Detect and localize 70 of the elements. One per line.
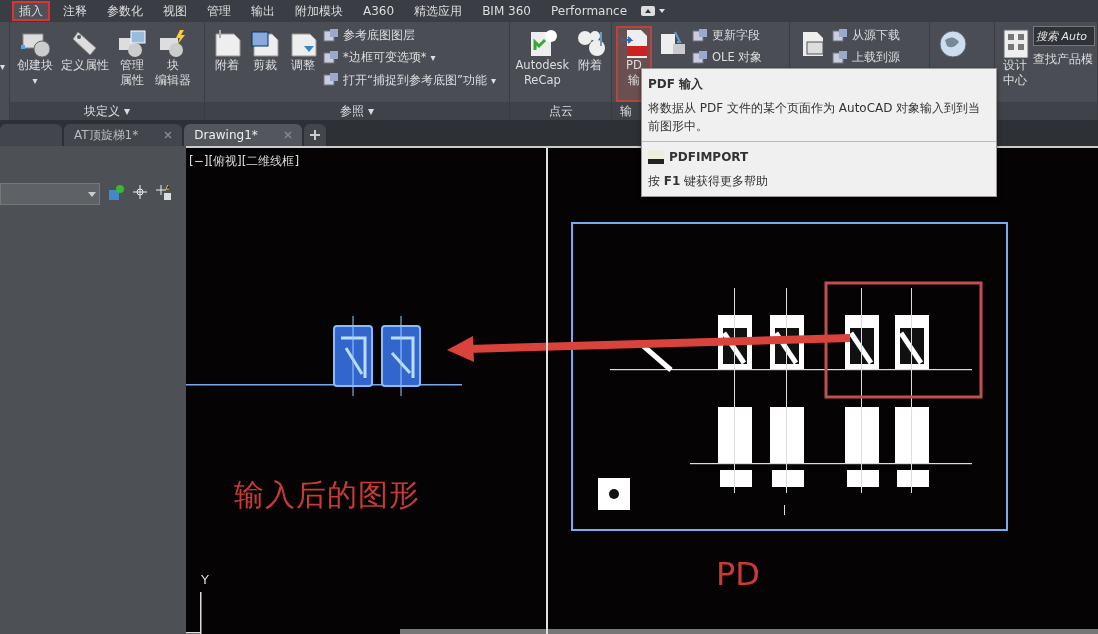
menu-tab[interactable]: 插入	[12, 1, 50, 21]
toggle-icon	[640, 5, 666, 17]
menu-tab[interactable]: A360	[356, 1, 402, 21]
ucs-icon	[186, 592, 202, 634]
tool-icon	[832, 49, 848, 66]
ribbon-button[interactable]: 创建块 ▾	[14, 26, 56, 102]
tool-icon	[212, 28, 242, 58]
ribbon-button[interactable]: 上载到源	[832, 48, 900, 68]
ribbon-button[interactable]: 附着	[209, 26, 245, 102]
new-tab-button[interactable]	[303, 124, 326, 146]
panel-title[interactable]: 参照 ▾	[340, 104, 374, 118]
caret-icon	[88, 191, 96, 197]
tool-icon	[619, 28, 649, 58]
ribbon-button[interactable]: 定义属性	[58, 26, 112, 102]
ribbon-button[interactable]: OLE 对象	[692, 48, 763, 68]
panel-title[interactable]: 点云	[548, 104, 573, 118]
ribbon-button[interactable]: Autodesk ReCap	[514, 26, 571, 102]
help-text: 按 F1 键获得更多帮助	[647, 173, 770, 190]
ribbon-button[interactable]: 更新字段	[692, 26, 763, 46]
ribbon-button[interactable]: 管理 属性	[114, 26, 150, 102]
menu-tab[interactable]: 视图	[156, 1, 194, 21]
plus-icon	[309, 130, 320, 140]
ribbon-button[interactable]: 剪裁	[247, 26, 283, 102]
search-field[interactable]: 搜索 Auto	[1033, 26, 1095, 46]
axis-label: Y	[201, 571, 209, 589]
tool-icon	[692, 49, 708, 66]
tool-icon	[937, 28, 967, 58]
document-tab[interactable]: AT顶旋梯1*	[64, 124, 183, 146]
tool-icon	[323, 27, 339, 44]
command-name: PDFIMPORT	[669, 149, 749, 166]
menu-tab[interactable]: BIM 360	[475, 1, 538, 21]
ribbon-button[interactable]: 打开“捕捉到参考底图”功能 ▾	[323, 70, 496, 90]
add-block-icon	[108, 185, 124, 201]
ribbon-button[interactable]: 查找产品模	[1033, 50, 1095, 70]
panel-title[interactable]: 块定义 ▾	[84, 104, 130, 118]
command-icon	[648, 150, 664, 164]
annotation-text: PD	[716, 554, 760, 595]
ribbon-button[interactable]: 从源下载	[832, 26, 900, 46]
ribbon-button[interactable]: 参考底图图层	[323, 26, 496, 46]
tool-icon	[158, 28, 188, 58]
menu-tab[interactable]: 注释	[56, 1, 94, 21]
tool-icon	[323, 49, 339, 66]
tool-icon	[250, 28, 280, 58]
dropdown-caret[interactable]: ▾	[0, 62, 9, 72]
close-icon	[283, 131, 292, 139]
menu-tab[interactable]: 参数化	[100, 1, 150, 21]
ribbon-button[interactable]: 块 编辑器	[152, 26, 194, 102]
tool-icon	[692, 27, 708, 44]
menu-tab[interactable]: 精选应用	[407, 1, 470, 21]
menu-tab[interactable]: 管理	[200, 1, 238, 21]
ribbon-button[interactable]: 设计 中心	[999, 26, 1031, 102]
tool-icon	[323, 72, 339, 89]
dropdown-field[interactable]	[0, 183, 100, 205]
ribbon-button[interactable]: *边框可变选项* ▾	[323, 48, 496, 68]
ribbon-button[interactable]: 附着	[572, 26, 607, 102]
tool-icon	[832, 27, 848, 44]
document-tab[interactable]: Drawing1*	[184, 124, 302, 146]
close-icon	[164, 131, 173, 139]
menu-tab[interactable]: 附加模块	[288, 1, 350, 21]
tooltip-description: 将数据从 PDF 文件的某个页面作为 AutoCAD 对象输入到到当前图形中。	[647, 100, 982, 135]
menu-tab[interactable]: 输出	[244, 1, 282, 21]
tool-icon	[1000, 28, 1030, 58]
crosshair-icon	[156, 185, 172, 201]
menu-tab[interactable]: Performance	[543, 1, 634, 21]
panel-title[interactable]: 输	[620, 104, 632, 118]
crosshair-icon	[133, 185, 147, 199]
tool-icon	[117, 28, 147, 58]
ribbon-button[interactable]: 调整	[285, 26, 321, 102]
viewport-label[interactable]: [−][俯视][二维线框]	[189, 152, 300, 170]
annotation-text: 输入后的图形	[234, 476, 420, 514]
